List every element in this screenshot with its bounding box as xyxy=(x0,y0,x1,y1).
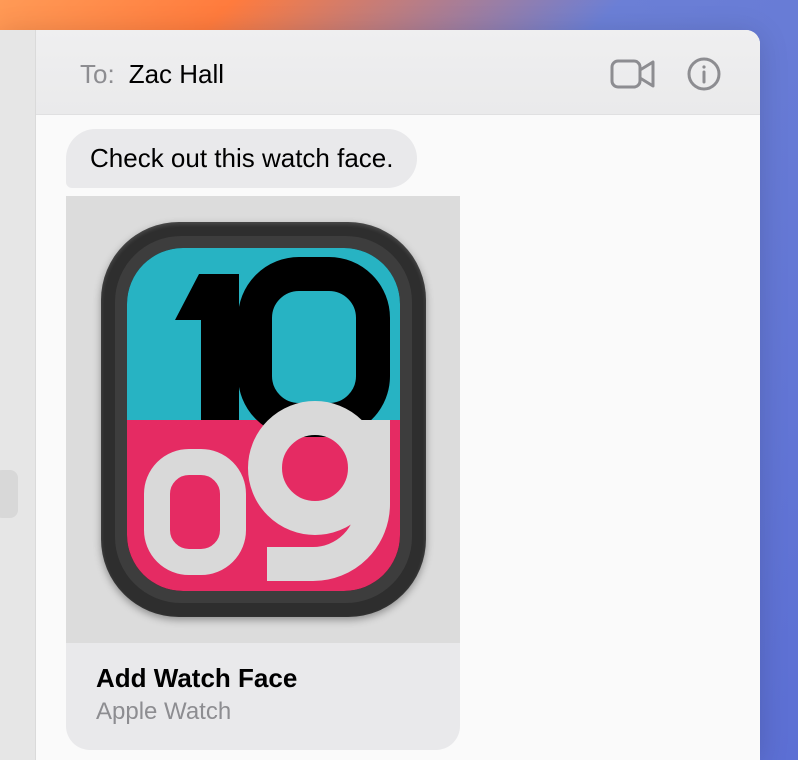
messages-window: To: Zac Hall xyxy=(0,30,760,760)
conversation-list-sliver xyxy=(0,30,36,760)
info-icon[interactable] xyxy=(686,56,722,92)
attachment-title: Add Watch Face xyxy=(96,663,430,694)
watch-face-attachment[interactable]: Add Watch Face Apple Watch xyxy=(66,196,460,750)
attachment-subtitle: Apple Watch xyxy=(96,698,430,726)
conversation-list-item-edge[interactable] xyxy=(0,470,18,518)
conversation-panel: To: Zac Hall xyxy=(36,30,760,760)
message-list[interactable]: Check out this watch face. xyxy=(36,115,760,760)
conversation-header: To: Zac Hall xyxy=(36,30,760,115)
recipient-name[interactable]: Zac Hall xyxy=(129,59,224,90)
watch-face-numerals xyxy=(127,248,400,591)
incoming-message-bubble[interactable]: Check out this watch face. xyxy=(66,129,417,188)
video-call-icon[interactable] xyxy=(610,57,656,91)
watch-face-preview xyxy=(66,196,460,643)
message-text: Check out this watch face. xyxy=(90,143,393,173)
to-label: To: xyxy=(80,59,115,90)
watch-case xyxy=(101,222,426,617)
watch-screen xyxy=(127,248,400,591)
